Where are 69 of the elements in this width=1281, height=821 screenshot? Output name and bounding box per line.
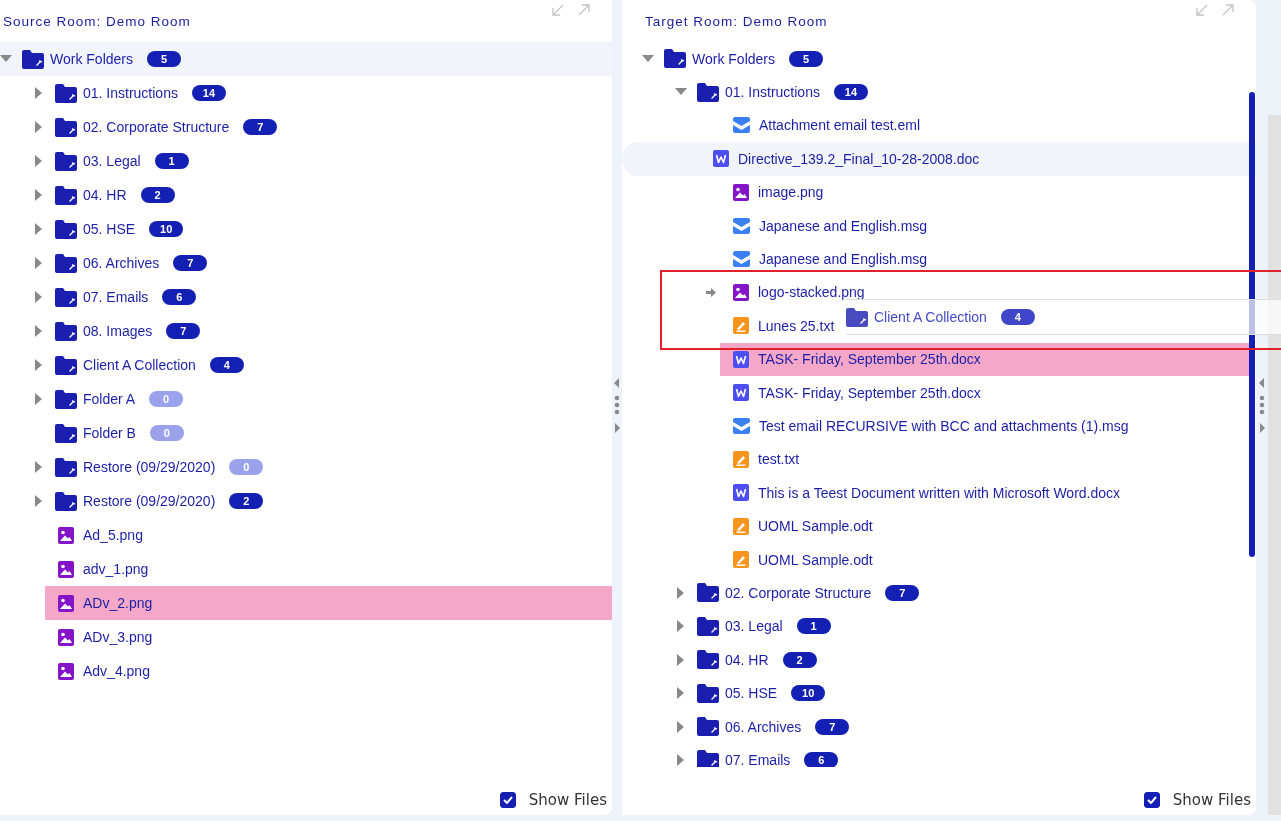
item-label: 03. Legal — [83, 153, 141, 169]
item-label: Japanese and English.msg — [759, 251, 928, 268]
item-label: 06. Archives — [83, 255, 160, 271]
item-label: Attachment email test.eml — [759, 117, 921, 134]
item-label: ADv_2.png — [83, 595, 153, 611]
item-label: Folder A — [83, 391, 136, 407]
count-badge: 5 — [147, 51, 181, 67]
panel-title: Source Room: Demo Room — [2, 13, 191, 29]
count-badge: 4 — [209, 357, 244, 373]
item-label: Directive_139.2_Final_10-28-2008.doc — [738, 150, 980, 167]
item-label: 01. Instructions — [725, 84, 820, 101]
count-badge: 0 — [149, 425, 184, 441]
item-label: 05. HSE — [725, 685, 778, 702]
count-badge: 10 — [791, 685, 826, 702]
count-badge: 7 — [166, 323, 201, 339]
item-label: image.png — [758, 184, 824, 201]
item-label: 02. Corporate Structure — [83, 119, 230, 135]
count-badge: 14 — [833, 84, 868, 101]
item-label: Restore (09/29/2020) — [83, 493, 216, 509]
count-badge: 1 — [796, 618, 831, 635]
item-label: Ad_5.png — [83, 527, 143, 543]
panel-title: Target Room: Demo Room — [644, 13, 828, 29]
item-label: Folder B — [83, 425, 136, 441]
item-label: Client A Collection — [874, 309, 987, 325]
item-label: test.txt — [758, 451, 800, 468]
checkbox-label: Show Files — [528, 791, 607, 809]
count-badge: 2 — [229, 493, 264, 509]
count-badge: 2 — [782, 651, 817, 668]
count-badge: 7 — [885, 584, 920, 601]
item-label: 03. Legal — [725, 618, 783, 635]
count-badge: 2 — [140, 187, 175, 203]
item-label: Adv_4.png — [83, 663, 150, 679]
count-badge: 6 — [162, 289, 197, 305]
count-badge: 7 — [173, 255, 208, 271]
count-badge: 0 — [149, 391, 184, 407]
item-label: logo-stacked.png — [758, 284, 865, 301]
item-label: 02. Corporate Structure — [725, 584, 872, 601]
item-label: adv_1.png — [83, 561, 149, 577]
item-label: 05. HSE — [83, 221, 136, 237]
item-label: UOML Sample.odt — [758, 518, 873, 535]
item-label: Restore (09/29/2020) — [83, 459, 216, 475]
count-badge: 14 — [191, 85, 226, 101]
item-label: This is a Teest Document written with Microsoft Word.docx — [758, 484, 1121, 501]
item-label: UOML Sample.odt — [758, 551, 873, 568]
count-badge: 7 — [815, 718, 850, 735]
item-label: 06. Archives — [725, 718, 802, 735]
item-label: Work Folders — [692, 50, 775, 67]
item-label: 07. Emails — [725, 751, 791, 767]
item-label: 04. HR — [83, 187, 127, 203]
item-label: Japanese and English.msg — [759, 217, 928, 234]
count-badge: 0 — [229, 459, 264, 475]
item-label: TASK- Friday, September 25th.docx — [758, 384, 981, 401]
item-label: Client A Collection — [83, 357, 196, 373]
item-label: Work Folders — [50, 51, 133, 67]
item-label: ADv_3.png — [83, 629, 153, 645]
item-label: 08. Images — [83, 323, 153, 339]
item-label: Test email RECURSIVE with BCC and attachments (1).msg — [759, 418, 1129, 434]
count-badge: 7 — [243, 119, 278, 135]
item-label: 07. Emails — [83, 289, 149, 305]
item-label: 04. HR — [725, 651, 769, 668]
count-badge: 1 — [154, 153, 189, 169]
item-label: TASK- Friday, September 25th.docx — [758, 351, 981, 368]
item-label: 01. Instructions — [83, 85, 178, 101]
item-label: Lunes 25.txt — [758, 317, 835, 334]
count-badge: 10 — [149, 221, 184, 237]
count-badge: 5 — [789, 50, 823, 67]
count-badge: 6 — [804, 751, 839, 767]
count-badge: 4 — [1000, 309, 1035, 325]
checkbox-label: Show Files — [1172, 791, 1251, 809]
